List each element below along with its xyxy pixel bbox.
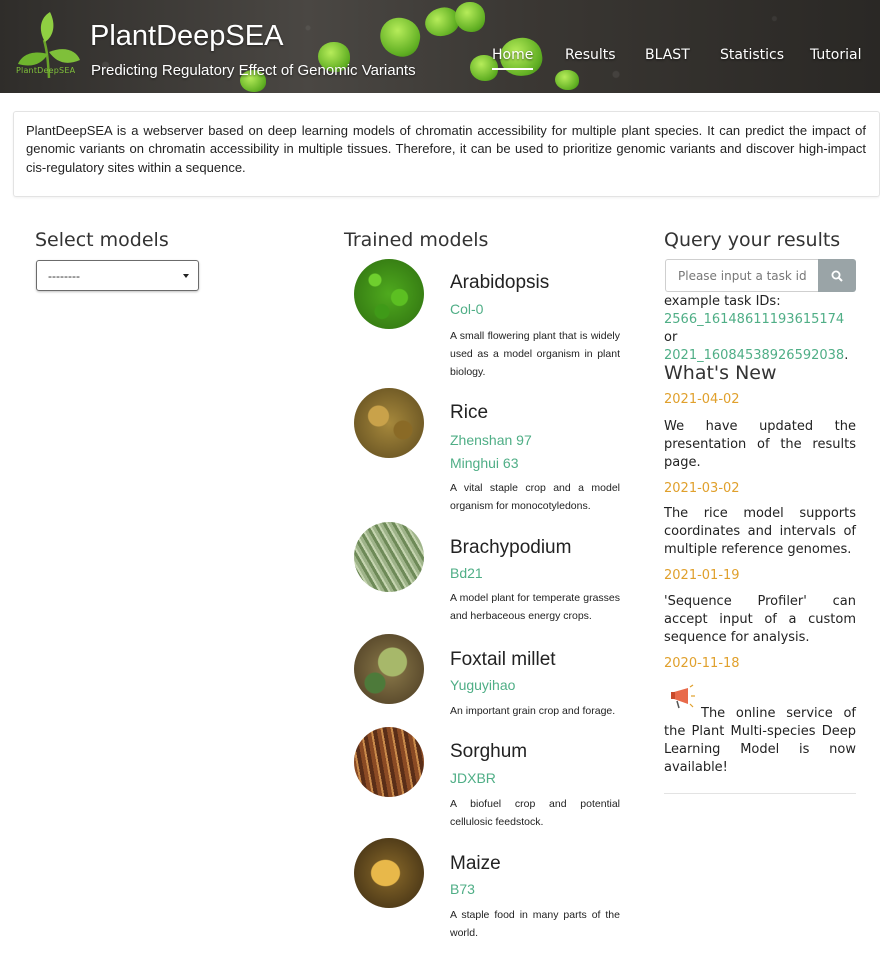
caret-down-icon	[183, 274, 189, 278]
model-variety-link[interactable]: Minghui 63	[450, 455, 519, 471]
news-date: 2021-03-02	[664, 481, 740, 496]
news-text: The rice model supports coordinates and …	[664, 506, 856, 557]
model-name: Arabidopsis	[450, 272, 550, 293]
model-description: A staple food in many parts of the world…	[450, 909, 620, 939]
foxtail-millet-image	[354, 634, 424, 704]
trained-models-heading: Trained models	[344, 229, 489, 251]
example-task-ids: example task IDs: 2566_16148611193615174…	[664, 293, 856, 365]
sprout-decoration	[555, 70, 579, 90]
news-date: 2021-01-19	[664, 568, 740, 583]
model-description: A small flowering plant that is widely u…	[450, 330, 620, 378]
maize-image	[354, 838, 424, 908]
model-card-foxtail-millet: Foxtail millet Yuguyihao An important gr…	[354, 634, 622, 724]
nav-tutorial[interactable]: Tutorial	[810, 47, 861, 63]
or-text: or	[664, 330, 678, 345]
sprout-decoration	[455, 2, 485, 32]
model-name: Brachypodium	[450, 537, 572, 558]
brachypodium-image	[354, 522, 424, 592]
logo-text: PlantDeepSEA	[16, 66, 76, 75]
model-variety-link[interactable]: B73	[450, 881, 475, 897]
model-variety-link[interactable]: Yuguyihao	[450, 677, 515, 693]
model-name: Rice	[450, 402, 489, 423]
search-icon	[831, 270, 843, 282]
example-label: example task IDs:	[664, 294, 781, 309]
nav-blast[interactable]: BLAST	[645, 47, 690, 63]
nav-statistics[interactable]: Statistics	[720, 47, 784, 63]
model-variety-link[interactable]: JDXBR	[450, 770, 496, 786]
arabidopsis-image	[354, 259, 424, 329]
nav-home[interactable]: Home	[492, 47, 534, 70]
model-description: A biofuel crop and potential cellulosic …	[450, 798, 620, 828]
model-description: An important grain crop and forage.	[450, 705, 616, 717]
intro-panel: PlantDeepSEA is a webserver based on dee…	[13, 111, 880, 197]
model-variety-link[interactable]: Col-0	[450, 301, 483, 317]
task-id-input[interactable]	[665, 259, 818, 292]
main-nav: Home Results BLAST Statistics Tutorial	[0, 47, 880, 70]
news-date: 2020-11-18	[664, 656, 740, 671]
model-description: A vital staple crop and a model organism…	[450, 482, 620, 512]
model-name: Foxtail millet	[450, 649, 556, 670]
model-card-brachypodium: Brachypodium Bd21 A model plant for temp…	[354, 522, 622, 627]
model-name: Maize	[450, 853, 501, 874]
news-divider	[664, 793, 856, 794]
site-header: PlantDeepSEA PlantDeepSEA Predicting Reg…	[0, 0, 880, 93]
model-description: A model plant for temperate grasses and …	[450, 592, 620, 622]
model-card-maize: Maize B73 A staple food in many parts of…	[354, 838, 622, 943]
search-button[interactable]	[818, 259, 856, 292]
select-models-heading: Select models	[35, 229, 169, 251]
news-date: 2021-04-02	[664, 392, 740, 407]
model-name: Sorghum	[450, 741, 528, 762]
rice-image	[354, 388, 424, 458]
news-text: The online service of the Plant Multi-sp…	[664, 706, 856, 775]
period-text: .	[844, 348, 849, 363]
model-select-value: --------	[48, 269, 80, 283]
model-card-sorghum: Sorghum JDXBR A biofuel crop and potenti…	[354, 727, 622, 832]
nav-results[interactable]: Results	[565, 47, 616, 63]
query-results-heading: Query your results	[664, 229, 841, 251]
example-task-id-link[interactable]: 2566_16148611193615174	[664, 312, 844, 327]
sorghum-image	[354, 727, 424, 797]
news-text: We have updated the presentation of the …	[664, 419, 856, 470]
model-card-arabidopsis: Arabidopsis Col-0 A small flowering plan…	[354, 259, 622, 379]
model-card-rice: Rice Zhenshan 97 Minghui 63 A vital stap…	[354, 388, 622, 513]
model-select[interactable]: --------	[36, 260, 199, 291]
whats-new-heading: What's New	[664, 362, 777, 384]
news-text: 'Sequence Profiler' can accept input of …	[664, 594, 856, 645]
model-variety-link[interactable]: Zhenshan 97	[450, 432, 532, 448]
example-task-id-link[interactable]: 2021_16084538926592038	[664, 348, 844, 363]
model-variety-link[interactable]: Bd21	[450, 565, 483, 581]
